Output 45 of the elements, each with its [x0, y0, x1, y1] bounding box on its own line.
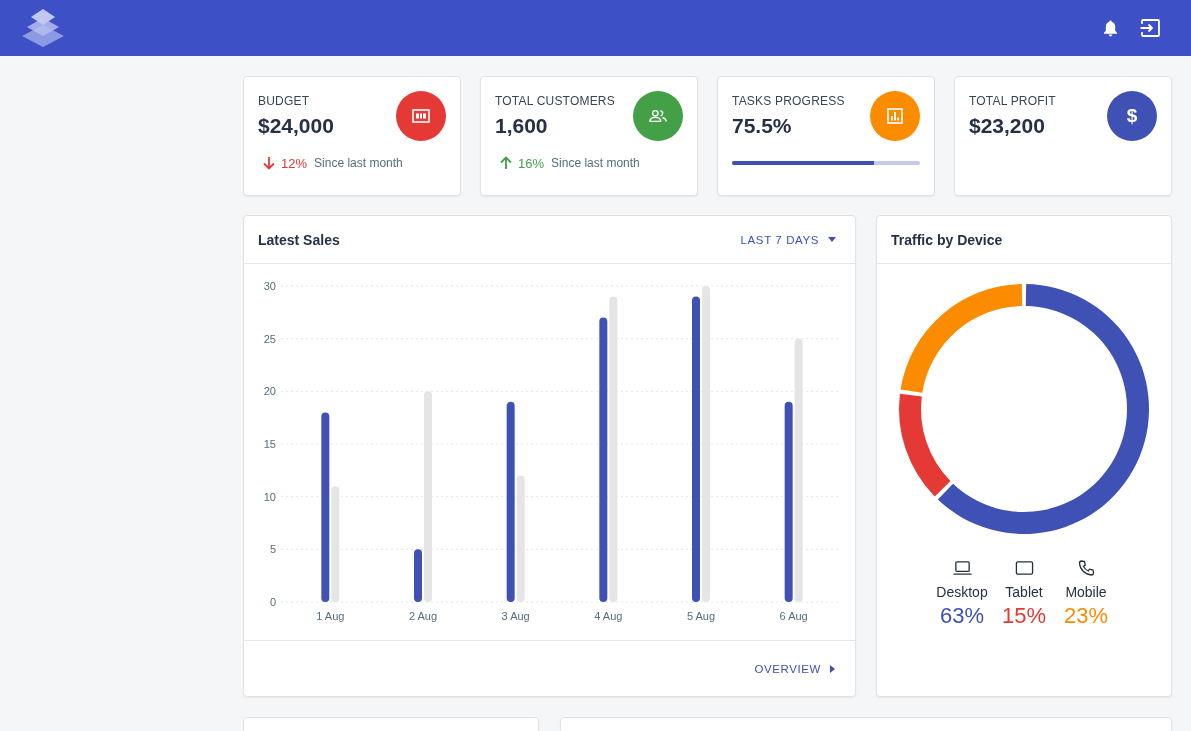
axis-label: 30 — [263, 280, 276, 292]
card-value: $23,200 — [969, 113, 1046, 139]
category-label: 4 Aug — [594, 610, 623, 622]
card-title: TOTAL CUSTOMERS — [495, 93, 615, 109]
device-label: Tablet — [1005, 584, 1043, 600]
overview-button[interactable]: OVERVIEW — [748, 657, 841, 680]
card-value: 1,600 — [495, 113, 549, 139]
category-label: 5 Aug — [686, 610, 716, 622]
device-label: Desktop — [936, 584, 988, 600]
card-title: TASKS PROGRESS — [732, 93, 845, 109]
card-title: Traffic by Device — [891, 231, 1003, 248]
axis-label: 20 — [263, 385, 276, 398]
change-percent: 16% — [518, 155, 545, 171]
layers-icon — [20, 9, 66, 47]
caret-right-icon — [830, 664, 835, 673]
chart-bar — [414, 549, 422, 602]
trend-note: Since last month — [551, 156, 640, 170]
category-label: 2 Aug — [408, 610, 438, 622]
axis-label: 5 — [269, 543, 276, 556]
laptop-icon — [952, 560, 972, 576]
bell-icon[interactable] — [1103, 19, 1118, 37]
change-percent: 12% — [281, 155, 308, 171]
device-share: 23% — [1063, 603, 1108, 629]
device-share: 15% — [1001, 603, 1046, 629]
axis-label: 10 — [263, 490, 276, 503]
category-label: 1 Aug — [316, 610, 345, 622]
tablet-icon — [1014, 560, 1034, 576]
axis-label: 15 — [263, 438, 276, 450]
trend-note: Since last month — [314, 156, 403, 170]
category-label: 3 Aug — [501, 610, 530, 622]
device-share: 63% — [939, 603, 984, 629]
caret-down-icon — [828, 237, 836, 242]
axis-label: 0 — [269, 596, 276, 608]
axis-label: 25 — [263, 332, 276, 345]
card-title: TOTAL PROFIT — [969, 93, 1056, 109]
card-value: 75.5% — [732, 113, 793, 139]
exit-icon[interactable] — [1140, 19, 1160, 37]
category-label: 6 Aug — [779, 610, 808, 622]
phone-icon — [1076, 560, 1096, 576]
range-dropdown[interactable]: LAST 7 DAYS — [734, 228, 842, 251]
card-title: BUDGET — [258, 93, 311, 109]
device-label: Mobile — [1065, 584, 1107, 600]
card-title: Latest Sales — [258, 231, 340, 248]
card-value: $24,000 — [258, 113, 334, 139]
dollar-icon: $ — [1107, 91, 1157, 141]
